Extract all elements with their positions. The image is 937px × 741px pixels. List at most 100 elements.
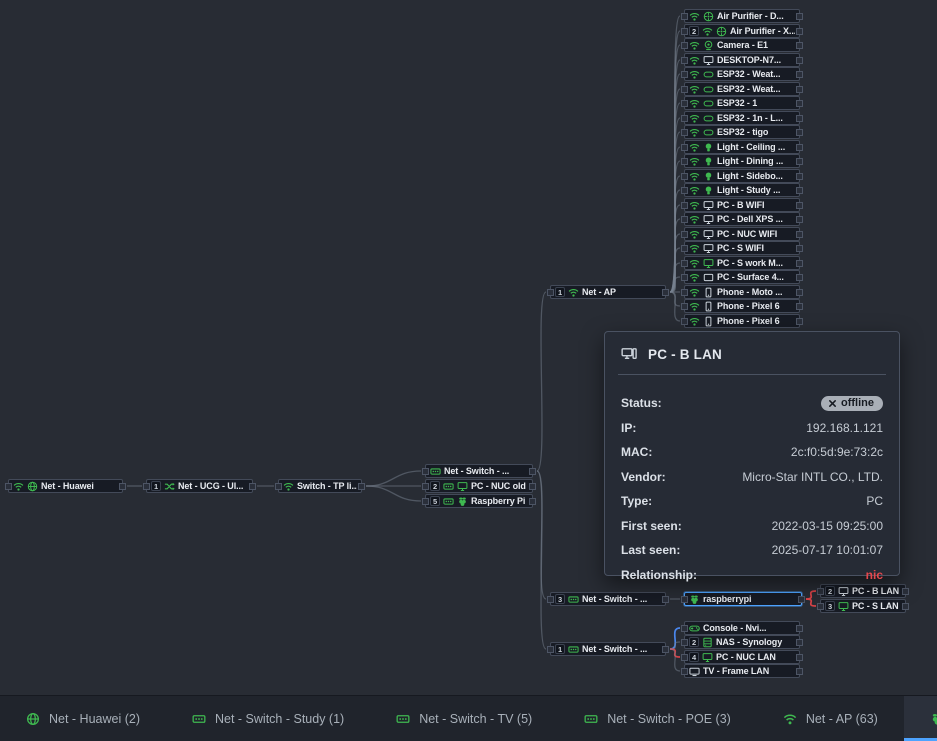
node-light-dining[interactable]: Light - Dining ... <box>684 154 800 168</box>
node-pc-s-wifi[interactable]: PC - S WIFI <box>684 241 800 255</box>
node-raspberrypi[interactable]: raspberrypi <box>684 592 802 606</box>
node-camera-e1[interactable]: Camera - E1 <box>684 38 800 52</box>
node-light-sideboard[interactable]: Light - Sidebo... <box>684 169 800 183</box>
wifi-icon <box>689 301 700 312</box>
node-net-switch-mid[interactable]: 3Net - Switch - ... <box>550 592 666 606</box>
tooltip-label-type: Type: <box>621 494 652 508</box>
node-esp32-1n[interactable]: ESP32 - 1n - L... <box>684 111 800 125</box>
edge-switch-tp-to-raspberry-pi-old <box>366 486 421 501</box>
node-console-nvidia[interactable]: Console - Nvi... <box>684 621 800 635</box>
node-raspberry-pi-old[interactable]: 5Raspberry Pi ... <box>425 494 533 508</box>
node-label: ESP32 - 1 <box>717 98 795 108</box>
node-pc-dell-xps[interactable]: PC - Dell XPS ... <box>684 212 800 226</box>
tooltip-value-type: PC <box>866 494 883 508</box>
tooltip-row-type: Type: PC <box>621 493 883 509</box>
node-label: Light - Dining ... <box>717 156 795 166</box>
tab-label: Net - AP (63) <box>806 712 878 726</box>
monitor-icon <box>838 601 849 612</box>
tab-net-switch-study[interactable]: Net - Switch - Study (1) <box>166 696 370 741</box>
ethernet-icon <box>584 712 598 726</box>
node-pc-s-lan[interactable]: 3PC - S LAN <box>820 599 906 613</box>
tooltip-value-vendor: Micro-Star INTL CO., LTD. <box>742 470 883 484</box>
node-net-ucg[interactable]: 1Net - UCG - Ul... <box>146 479 253 493</box>
node-count-badge: 2 <box>689 637 699 647</box>
wifi-icon <box>689 243 700 254</box>
node-label: ESP32 - Weat... <box>717 84 795 94</box>
close-icon <box>828 399 837 408</box>
popup-header: PC - B LAN <box>605 332 899 374</box>
edge-net-ap-to-esp32-tigo <box>670 132 680 292</box>
node-net-switch-study[interactable]: Net - Switch - ... <box>425 464 533 478</box>
bulb-icon <box>703 185 714 196</box>
tooltip-row-status: Status:offline <box>621 395 883 411</box>
tooltip-label-vendor: Vendor: <box>621 470 666 484</box>
node-light-ceiling[interactable]: Light - Ceiling ... <box>684 140 800 154</box>
popup-title: PC - B LAN <box>648 347 722 362</box>
node-pc-nuc-wifi[interactable]: PC - NUC WIFI <box>684 227 800 241</box>
tooltip-row-first-seen: First seen:2022-03-15 09:25:00 <box>621 518 883 534</box>
node-air-purifier-x[interactable]: 2Air Purifier - X... <box>684 24 800 38</box>
chip-icon <box>703 113 714 124</box>
edge-net-ap-to-light-study <box>670 190 680 292</box>
status-text: offline <box>841 397 874 409</box>
wifi-icon <box>689 287 700 298</box>
node-esp32-1[interactable]: ESP32 - 1 <box>684 96 800 110</box>
wifi-icon <box>283 481 294 492</box>
tooltip-value-last-seen: 2025-07-17 10:01:07 <box>772 543 883 557</box>
node-esp32-tigo[interactable]: ESP32 - tigo <box>684 125 800 139</box>
wifi-icon <box>689 40 700 51</box>
node-desktop-n7[interactable]: DESKTOP-N7... <box>684 53 800 67</box>
tooltip-value-mac: 2c:f0:5d:9e:73:2c <box>791 445 883 459</box>
node-switch-tp[interactable]: Switch - TP li... <box>278 479 362 493</box>
node-pc-b-lan[interactable]: 2 PC - B LAN <box>820 584 906 598</box>
network-graph-canvas[interactable]: Net - Huawei 1Net - UCG - Ul... Switch - T… <box>0 0 937 695</box>
node-esp32-weat-1[interactable]: ESP32 - Weat... <box>684 67 800 81</box>
node-pc-s-work[interactable]: PC - S work M... <box>684 256 800 270</box>
node-pc-b-wifi[interactable]: PC - B WIFI <box>684 198 800 212</box>
node-count-badge: 2 <box>825 586 835 596</box>
chip-icon <box>703 98 714 109</box>
tab-raspberrypi[interactable]: raspberrypi (2) <box>904 696 937 741</box>
tab-net-switch-tv[interactable]: Net - Switch - TV (5) <box>370 696 558 741</box>
server-icon <box>702 637 713 648</box>
node-label: ESP32 - Weat... <box>717 69 795 79</box>
ethernet-icon <box>430 466 441 477</box>
edge-net-ap-to-esp32-weat-1 <box>670 74 680 292</box>
raspberry-icon <box>689 594 700 605</box>
node-phone-moto[interactable]: Phone - Moto ... <box>684 285 800 299</box>
node-air-purifier-d[interactable]: Air Purifier - D... <box>684 9 800 23</box>
tab-net-switch-poe[interactable]: Net - Switch - POE (3) <box>558 696 757 741</box>
node-net-huawei[interactable]: Net - Huawei <box>8 479 123 493</box>
node-light-study[interactable]: Light - Study ... <box>684 183 800 197</box>
wifi-icon <box>689 55 700 66</box>
tooltip-label-mac: MAC: <box>621 445 652 459</box>
node-pc-surface[interactable]: PC - Surface 4... <box>684 270 800 284</box>
node-net-ap[interactable]: 1Net - AP <box>550 285 666 299</box>
camera-icon <box>703 40 714 51</box>
node-label: Net - AP <box>582 287 661 297</box>
node-pc-nuc-lan[interactable]: 4PC - NUC LAN <box>684 650 800 664</box>
node-esp32-weat-2[interactable]: ESP32 - Weat... <box>684 82 800 96</box>
node-phone-pixel6-a[interactable]: Phone - Pixel 6 <box>684 299 800 313</box>
node-nas-synology[interactable]: 2NAS - Synology <box>684 635 800 649</box>
bottom-tab-bar: Net - Huawei (2) Net - Switch - Study (1)… <box>0 695 937 741</box>
node-label: PC - S WIFI <box>717 243 795 253</box>
node-phone-pixel6-b[interactable]: Phone - Pixel 6 <box>684 314 800 328</box>
wifi-icon <box>689 84 700 95</box>
edge-net-switch-study-to-net-switch-bot <box>537 471 546 649</box>
status-badge: offline <box>821 396 883 411</box>
tab-net-ap[interactable]: Net - AP (63) <box>757 696 904 741</box>
tab-label: Net - Switch - Study (1) <box>215 712 344 726</box>
chip-icon <box>703 127 714 138</box>
monitor-icon <box>457 481 468 492</box>
node-tv-frame-lan[interactable]: TV - Frame LAN <box>684 664 800 678</box>
node-net-switch-bot[interactable]: 1Net - Switch - ... <box>550 642 666 656</box>
tooltip-label-first-seen: First seen: <box>621 519 682 533</box>
edge-net-ap-to-pc-nuc-wifi <box>670 234 680 292</box>
edge-net-switch-bot-to-tv-frame-lan <box>670 649 680 671</box>
node-pc-nuc-old[interactable]: 2PC - NUC old <box>425 479 533 493</box>
wifi-icon <box>689 214 700 225</box>
node-label: PC - S work M... <box>717 258 795 268</box>
node-label: PC - B LAN <box>852 586 901 596</box>
tab-net-huawei[interactable]: Net - Huawei (2) <box>0 696 166 741</box>
